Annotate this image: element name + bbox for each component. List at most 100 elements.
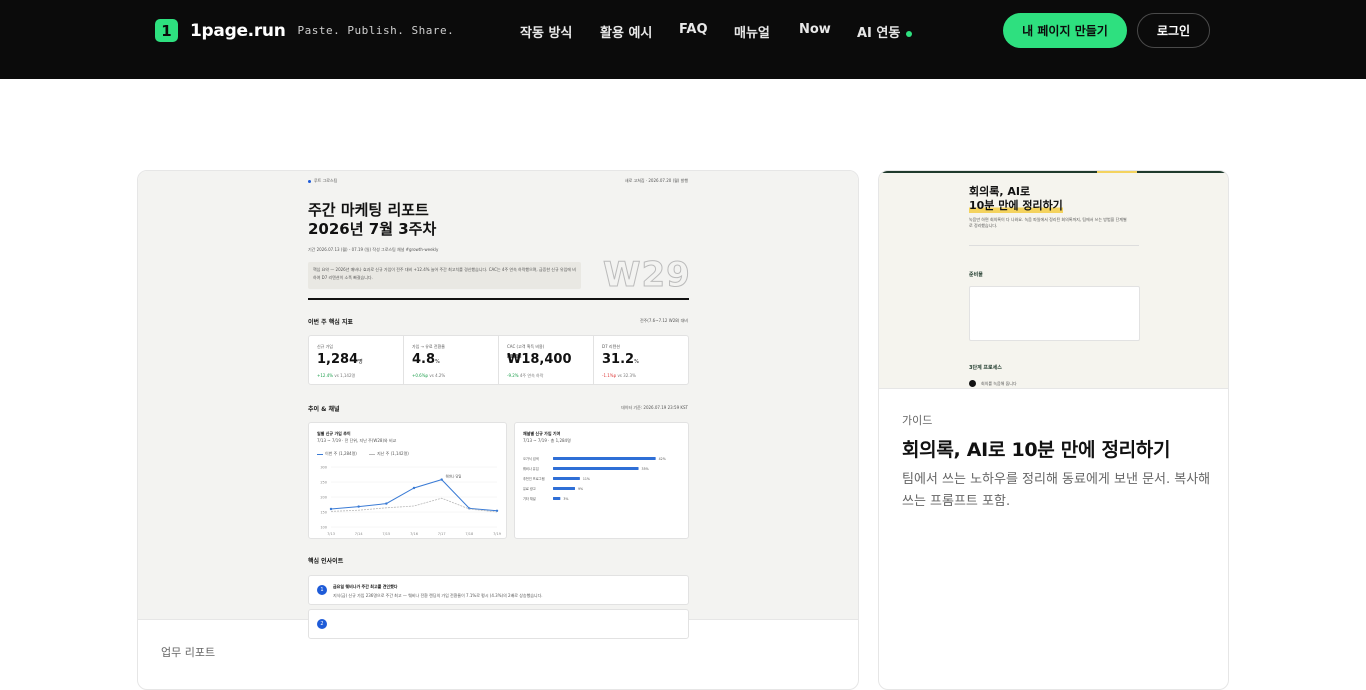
annotation-label: 웨비나 당일 bbox=[446, 474, 462, 479]
kpi-delta: -9.2% 4주 연속 하락 bbox=[507, 373, 543, 379]
nav-examples[interactable]: 활용 예시 bbox=[600, 22, 652, 41]
y-tick-label: 250 bbox=[320, 481, 327, 485]
kpi-label: 신규 가입 bbox=[317, 344, 333, 349]
insights-section-title: 핵심 인사이트 bbox=[308, 558, 344, 565]
report-org: 루트 그로스팀 bbox=[308, 178, 337, 184]
guide-title-line2: 10분 만에 정리하기 bbox=[969, 199, 1063, 213]
bar-value-label: 11% bbox=[583, 477, 590, 481]
bar bbox=[553, 457, 656, 460]
insight-number-icon: 1 bbox=[317, 585, 327, 595]
line-legend-this: 이번 주 (1,284명) bbox=[317, 451, 357, 457]
kpi-delta: +0.6%p vs 4.2% bbox=[412, 373, 445, 378]
bar-value-label: 35% bbox=[642, 467, 649, 471]
bar-chart-subtitle: 7/13 ~ 7/19 · 총 1,284명 bbox=[523, 438, 571, 443]
x-tick-label: 7/13 bbox=[327, 532, 335, 536]
data-point bbox=[385, 502, 388, 505]
nav-manual[interactable]: 매뉴얼 bbox=[734, 22, 770, 41]
x-tick-label: 7/17 bbox=[438, 532, 446, 536]
kpi-delta: -1.1%p vs 32.3% bbox=[602, 373, 636, 378]
nav-ai-integration[interactable]: AI 연동 bbox=[857, 22, 913, 41]
insight-item: 1 금요일 웨비나가 주간 최고를 견인했다 지식(금) 신규 가입 236명으… bbox=[308, 575, 689, 605]
data-point bbox=[329, 507, 333, 511]
kpi-label: CAC (고객 획득 비용) bbox=[507, 344, 545, 349]
kpi-number: 4.8 bbox=[412, 352, 436, 367]
kpi-value: ₩18,400 bbox=[507, 352, 572, 367]
kpi-grid: 신규 가입 1,284명 +12.4% vs 1,142명 가입 → 유료 전환… bbox=[308, 335, 689, 385]
bar bbox=[553, 497, 561, 500]
example-card-report[interactable]: 루트 그로스팀 새로 고쳐짐 · 2026.07.20 (월) 발행 주간 마케… bbox=[137, 170, 859, 690]
card-preview: 루트 그로스팀 새로 고쳐짐 · 2026.07.20 (월) 발행 주간 마케… bbox=[138, 171, 858, 639]
report-org-label: 루트 그로스팀 bbox=[314, 178, 338, 183]
nav-faq[interactable]: FAQ bbox=[679, 22, 708, 37]
logo-icon: 1 bbox=[155, 19, 178, 42]
insight-title: 금요일 웨비나가 주간 최고를 견인했다 bbox=[333, 584, 398, 589]
top-stripe bbox=[879, 171, 1097, 173]
bar bbox=[553, 487, 575, 490]
report-preview-doc: 루트 그로스팀 새로 고쳐짐 · 2026.07.20 (월) 발행 주간 마케… bbox=[308, 171, 690, 639]
data-point bbox=[440, 478, 443, 481]
nav-now[interactable]: Now bbox=[799, 22, 831, 37]
bar-category-label: 오가닉 검색 bbox=[523, 456, 539, 461]
kpi-retention: D7 리텐션 31.2% -1.1%p vs 32.3% bbox=[594, 336, 689, 384]
org-dot-icon bbox=[308, 179, 311, 183]
kpi-delta-value: -9.2% bbox=[507, 373, 519, 378]
kpi-value: 4.8% bbox=[412, 352, 440, 367]
guide-title-line1: 회의록, AI로 bbox=[969, 185, 1031, 198]
line-chart: 100 150 200 250 300 7/13 7/14 7/15 7/16 7/17 7/18 7… bbox=[320, 466, 501, 537]
x-tick-label: 7/19 bbox=[493, 532, 501, 536]
brand-name: 1page.run bbox=[190, 20, 286, 41]
x-tick-label: 7/16 bbox=[410, 532, 418, 536]
kpi-delta-value: +0.6%p bbox=[412, 373, 429, 378]
top-stripe bbox=[1097, 171, 1137, 173]
example-card-guide[interactable]: 회의록, AI로 10분 만에 정리하기 녹음만 하면 회의록이 다 나와요. … bbox=[878, 170, 1229, 690]
x-tick-label: 7/14 bbox=[355, 532, 364, 536]
kpi-delta-value: -1.1%p bbox=[602, 373, 617, 378]
trend-section-title: 추이 & 채널 bbox=[308, 406, 340, 413]
step-number-icon bbox=[969, 380, 976, 387]
create-page-button[interactable]: 내 페이지 만들기 bbox=[1003, 13, 1127, 48]
brand[interactable]: 1 1page.run Paste. Publish. Share. bbox=[155, 19, 454, 42]
line-chart-title: 일별 신규 가입 추이 bbox=[317, 431, 351, 436]
kpi-number: 31.2 bbox=[602, 352, 635, 367]
card-preview: 회의록, AI로 10분 만에 정리하기 녹음만 하면 회의록이 다 나와요. … bbox=[879, 171, 1228, 389]
kpi-label: 가입 → 유료 전환율 bbox=[412, 344, 445, 349]
y-tick-label: 150 bbox=[320, 511, 327, 515]
y-tick-label: 100 bbox=[320, 526, 327, 530]
report-title-line1: 주간 마케팅 리포트 bbox=[308, 201, 429, 219]
card-category: 가이드 bbox=[902, 414, 933, 427]
x-tick-label: 7/18 bbox=[465, 532, 473, 536]
nav-how-it-works[interactable]: 작동 방식 bbox=[520, 22, 572, 41]
bar-chart-title: 채널별 신규 가입 기여 bbox=[523, 431, 561, 436]
legend-label: 이번 주 (1,284명) bbox=[325, 451, 357, 456]
line-legend-last: 지난 주 (1,142명) bbox=[369, 451, 409, 457]
prep-box bbox=[969, 286, 1140, 341]
report-title: 주간 마케팅 리포트 2026년 7월 3주차 bbox=[308, 201, 436, 239]
bar-category-label: 웨비나 유입 bbox=[523, 466, 539, 471]
divider bbox=[969, 245, 1139, 246]
prep-heading: 준비물 bbox=[969, 272, 983, 278]
login-button[interactable]: 로그인 bbox=[1137, 13, 1210, 48]
card-category: 업무 리포트 bbox=[161, 646, 216, 659]
data-point bbox=[357, 505, 360, 508]
card-title[interactable]: 회의록, AI로 10분 만에 정리하기 bbox=[902, 435, 1170, 462]
kpi-delta-note: 4주 연속 하락 bbox=[519, 373, 544, 378]
nav-ai-label: AI 연동 bbox=[857, 26, 901, 41]
series-line bbox=[330, 479, 498, 512]
report-meta: 새로 고쳐짐 · 2026.07.20 (월) 발행 bbox=[624, 178, 688, 183]
insight-body: 지식(금) 신규 가입 236명으로 주간 최고 — 웨비나 전환 랜딩의 가입… bbox=[333, 593, 543, 598]
kpi-number: 1,284 bbox=[317, 352, 359, 367]
kpi-unit: % bbox=[435, 359, 440, 365]
kpi-section-note: 전주(7.6~7.12 W28) 대비 bbox=[639, 318, 688, 323]
step-label: 회의를 녹음해 둡니다 bbox=[981, 381, 1017, 386]
bar-category-label: 기타 채널 bbox=[523, 496, 536, 501]
x-tick-label: 7/15 bbox=[382, 532, 390, 536]
bar-chart-box: 채널별 신규 가입 기여 7/13 ~ 7/19 · 총 1,284명 오가닉 … bbox=[514, 422, 689, 539]
guide-title: 회의록, AI로 10분 만에 정리하기 bbox=[969, 185, 1063, 213]
series-line bbox=[330, 497, 498, 513]
bar-value-label: 3% bbox=[563, 497, 568, 501]
steps-heading: 3단계 프로세스 bbox=[969, 365, 1002, 371]
insight-number-icon: 2 bbox=[317, 619, 327, 629]
report-summary-text: 핵심 요약 — 2026년 매바나 효과로 신규 가입이 전주 대비 +12.4… bbox=[313, 267, 576, 280]
legend-swatch bbox=[369, 453, 375, 455]
bar-chart: 오가닉 검색 42% 웨비나 유입 35% 추천인 프로그램 11% 유료 광고 9% 기타 채… bbox=[523, 456, 666, 501]
